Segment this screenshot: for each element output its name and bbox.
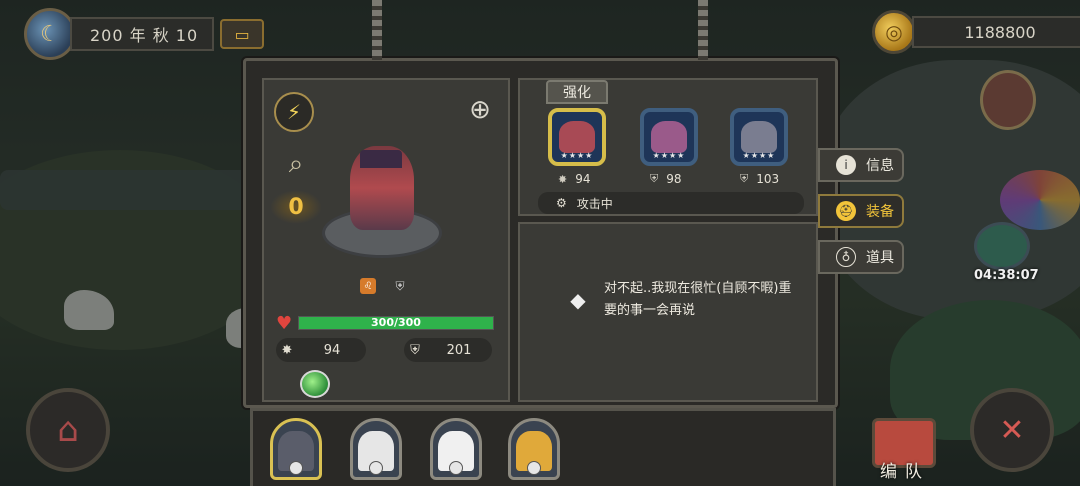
hero-badge-icon (289, 461, 303, 475)
game-date: 200 年 秋 10 (70, 17, 215, 51)
gold-amount: 1188800 (912, 16, 1080, 48)
tab-equipment[interactable]: ⛑ 装备 (818, 194, 904, 228)
status-row: ⚙ 攻击中 (538, 192, 804, 214)
equipment-slot-3[interactable]: ★★★★ (730, 108, 788, 166)
armor-icon (559, 121, 595, 153)
team-formation-button[interactable]: 编队 (866, 410, 944, 486)
add-companion-icon[interactable]: ⊕ (462, 90, 498, 130)
hp-bar: 300/300 (298, 316, 494, 330)
enhance-tab[interactable]: 强化 (546, 80, 608, 104)
hero-card-3[interactable] (430, 418, 482, 480)
rank-badge: 0 (270, 190, 322, 224)
attack-icon: ✸ (558, 172, 568, 186)
hero-badge-icon (369, 461, 383, 475)
armor-icon (651, 121, 687, 153)
top-left-status: ☾ 200 年 秋 10 ▭ (24, 8, 265, 60)
hero-card-2[interactable] (350, 418, 402, 480)
hero-info-panel: ⚡ ⌕ 0 ⊕ ♌ ⛨ ♥ 300/300 ✸ 94 ⛨ 201 (262, 78, 510, 402)
tab-items[interactable]: ♁ 道具 (818, 240, 904, 274)
status-gear-icon: ⚙ (556, 196, 567, 210)
boss-avatar-icon[interactable] (974, 222, 1030, 270)
chain-decoration (372, 0, 382, 60)
town-building-icon[interactable]: ⌂ (26, 388, 110, 472)
item-bag-icon: ♁ (836, 247, 856, 267)
attack-icon: ✸ (281, 342, 293, 358)
spyglass-icon[interactable]: ⌕ (274, 146, 318, 182)
attack-stat: ✸ 94 (276, 338, 366, 362)
tab-info[interactable]: i 信息 (818, 148, 904, 182)
warning-icon: ◆ (570, 288, 586, 312)
hero-badge-icon (449, 461, 463, 475)
moon-season-icon[interactable]: ☾ (24, 8, 76, 60)
team-label: 编队 (880, 462, 930, 482)
hero-card-1[interactable] (270, 418, 322, 480)
tab-items-label: 道具 (866, 250, 894, 266)
coin-icon: ◎ (872, 10, 916, 54)
shield-icon: ⛨ (410, 342, 420, 358)
tab-equipment-label: 装备 (866, 204, 894, 220)
hero-hat (360, 150, 402, 168)
hp-row: ♥ 300/300 (276, 312, 496, 334)
equipment-stat-3: ⛨ 103 (740, 172, 780, 186)
busy-message: 对不起..我现在很忙(自顾不暇)重要的事一会再说 (604, 281, 792, 318)
equipment-stat-1: ✸ 94 (558, 172, 591, 186)
equip-icon: ⛑ (836, 201, 856, 221)
shield-icon: ⛨ (740, 172, 749, 185)
equipment-slot-2[interactable]: ★★★★ (640, 108, 698, 166)
defense-value: 201 (446, 342, 472, 358)
battle-icon[interactable]: ✕ (970, 388, 1054, 472)
info-icon: i (836, 155, 856, 175)
potion-icon[interactable] (300, 370, 330, 398)
heart-icon: ♥ (276, 312, 293, 334)
hero-card-4[interactable] (508, 418, 560, 480)
gold-display: ◎ 1188800 (872, 10, 1080, 54)
shield-trait-icon[interactable]: ⛨ (392, 278, 408, 294)
chain-decoration (698, 0, 708, 60)
attack-value: 94 (323, 342, 341, 358)
equipment-slot-1[interactable]: ★★★★ (548, 108, 606, 166)
status-text: 攻击中 (576, 196, 613, 211)
hp-text: 300/300 (371, 316, 421, 329)
chest-icon[interactable]: ▭ (220, 19, 265, 49)
hero-badge-icon (527, 461, 541, 475)
armor-icon (741, 121, 777, 153)
tab-info-label: 信息 (866, 158, 894, 174)
equipment-stat-2: ⛨ 98 (650, 172, 682, 186)
countdown-timer: 04:38:07 (974, 268, 1039, 283)
shield-icon: ⛨ (650, 172, 659, 185)
lightning-skill-icon[interactable]: ⚡ (274, 92, 314, 132)
defense-stat: ⛨ 201 (404, 338, 492, 362)
player-avatar-icon[interactable] (980, 70, 1036, 130)
lion-trait-icon[interactable]: ♌ (360, 278, 376, 294)
